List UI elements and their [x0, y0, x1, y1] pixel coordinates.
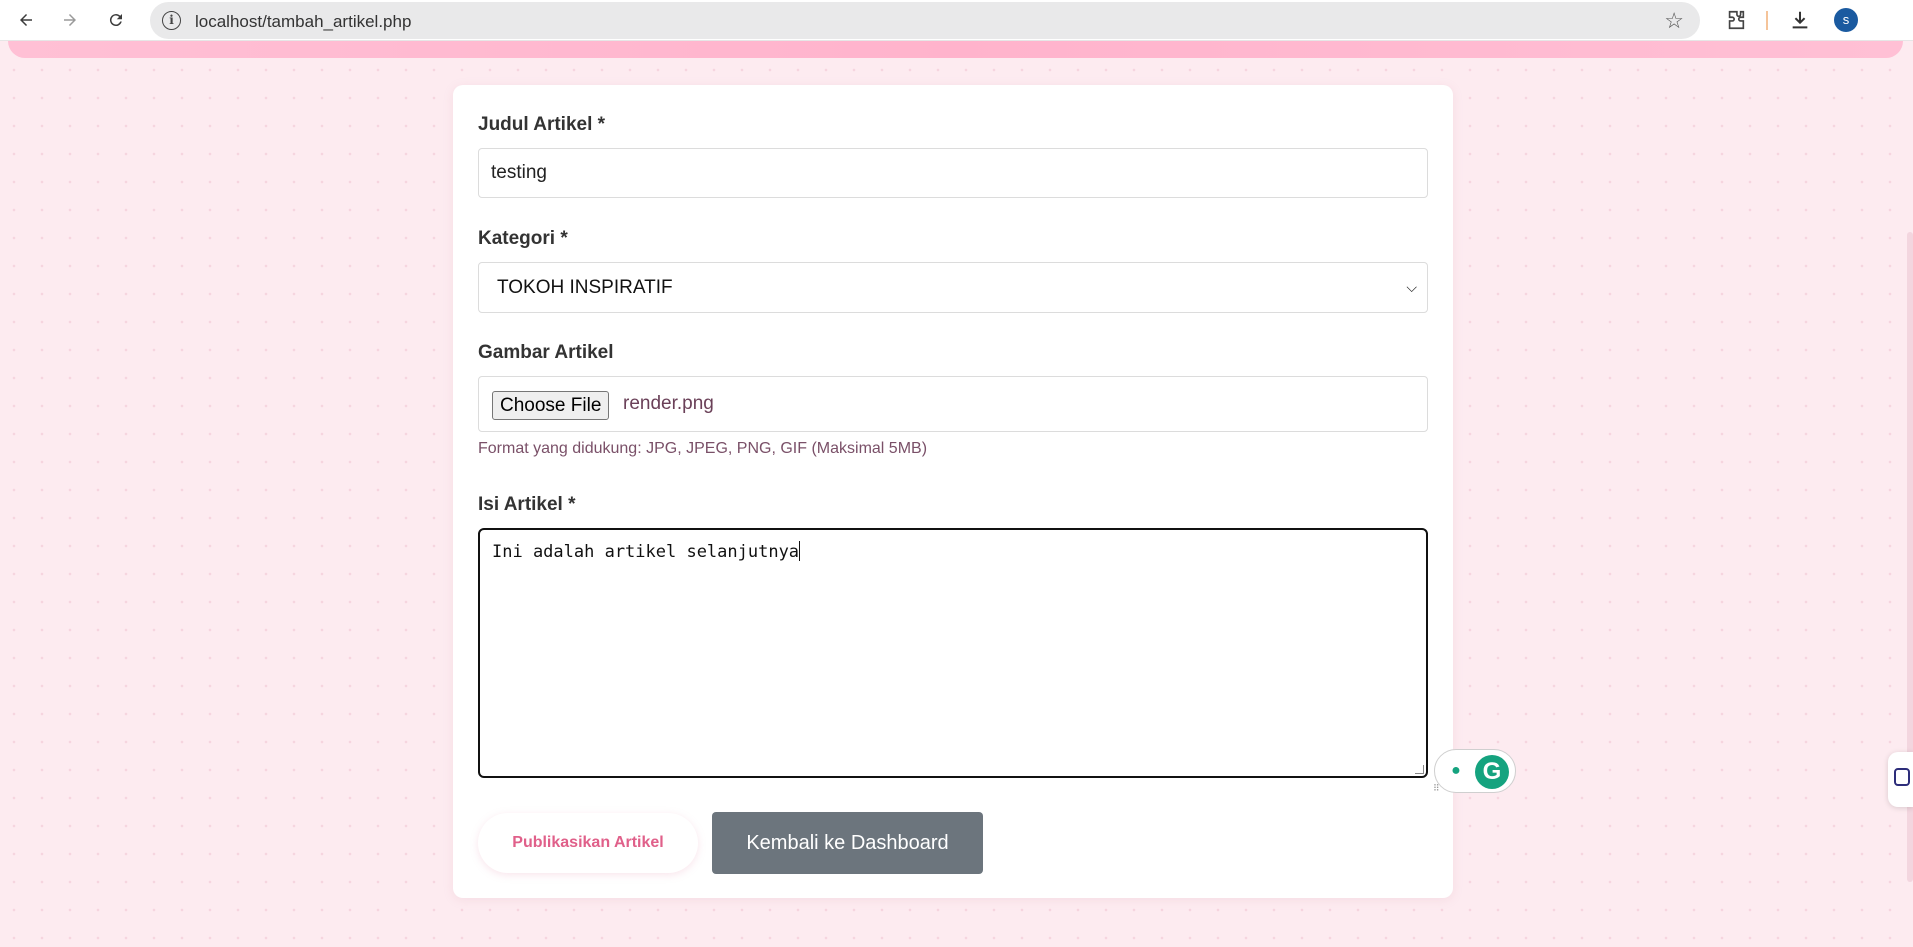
chevron-down-icon: ⌵ — [1406, 279, 1417, 295]
content-text: Ini adalah artikel selanjutnya — [492, 542, 800, 562]
downloads-button[interactable] — [1785, 5, 1815, 35]
reload-button[interactable] — [101, 5, 131, 35]
site-info-icon[interactable]: i — [162, 11, 181, 30]
back-button[interactable] — [11, 5, 41, 35]
back-to-dashboard-button[interactable]: Kembali ke Dashboard — [712, 812, 983, 874]
title-input[interactable]: testing — [478, 148, 1428, 198]
image-format-hint: Format yang didukung: JPG, JPEG, PNG, GI… — [478, 440, 928, 457]
drag-handle-icon[interactable]: ⠿ — [1433, 783, 1440, 794]
lightbulb-icon[interactable]: ● — [1446, 761, 1466, 781]
url-text[interactable]: localhost/tambah_artikel.php — [195, 12, 411, 32]
profile-avatar[interactable]: s — [1834, 8, 1858, 32]
article-form-card: Judul Artikel * testing Kategori * TOKOH… — [453, 85, 1453, 898]
category-selected-value: TOKOH INSPIRATIF — [497, 277, 673, 298]
file-name: render.png — [623, 393, 714, 414]
puzzle-icon — [1728, 10, 1745, 30]
reload-icon — [109, 14, 122, 27]
category-label: Kategori * — [478, 228, 568, 249]
content-label: Isi Artikel * — [478, 494, 576, 515]
content-textarea[interactable]: Ini adalah artikel selanjutnya — [478, 528, 1428, 778]
forward-button[interactable] — [55, 5, 85, 35]
side-extension-tab[interactable] — [1888, 752, 1913, 807]
grammarly-logo-icon[interactable]: G — [1475, 755, 1509, 789]
arrow-left-icon — [20, 14, 32, 26]
header-strip — [8, 41, 1903, 58]
category-select[interactable]: TOKOH INSPIRATIF ⌵ — [478, 262, 1428, 313]
publish-button[interactable]: Publikasikan Artikel — [478, 813, 698, 873]
arrow-right-icon — [64, 14, 76, 26]
toolbar-separator — [1766, 11, 1768, 30]
address-bar[interactable]: i localhost/tambah_artikel.php ☆ — [150, 2, 1700, 39]
text-caret — [799, 541, 801, 561]
choose-file-button[interactable]: Choose File — [492, 391, 610, 420]
image-label: Gambar Artikel — [478, 342, 614, 363]
download-icon — [1792, 11, 1808, 29]
grammarly-widget[interactable]: ● G — [1434, 749, 1516, 793]
title-label: Judul Artikel * — [478, 114, 606, 135]
browser-toolbar: i localhost/tambah_artikel.php ☆ s — [0, 0, 1913, 41]
star-icon[interactable]: ☆ — [1664, 8, 1684, 34]
image-file-input[interactable]: Choose File render.png — [478, 376, 1428, 432]
extension-icon — [1894, 768, 1910, 786]
extensions-button[interactable] — [1721, 5, 1751, 35]
resize-handle[interactable] — [1415, 765, 1424, 774]
